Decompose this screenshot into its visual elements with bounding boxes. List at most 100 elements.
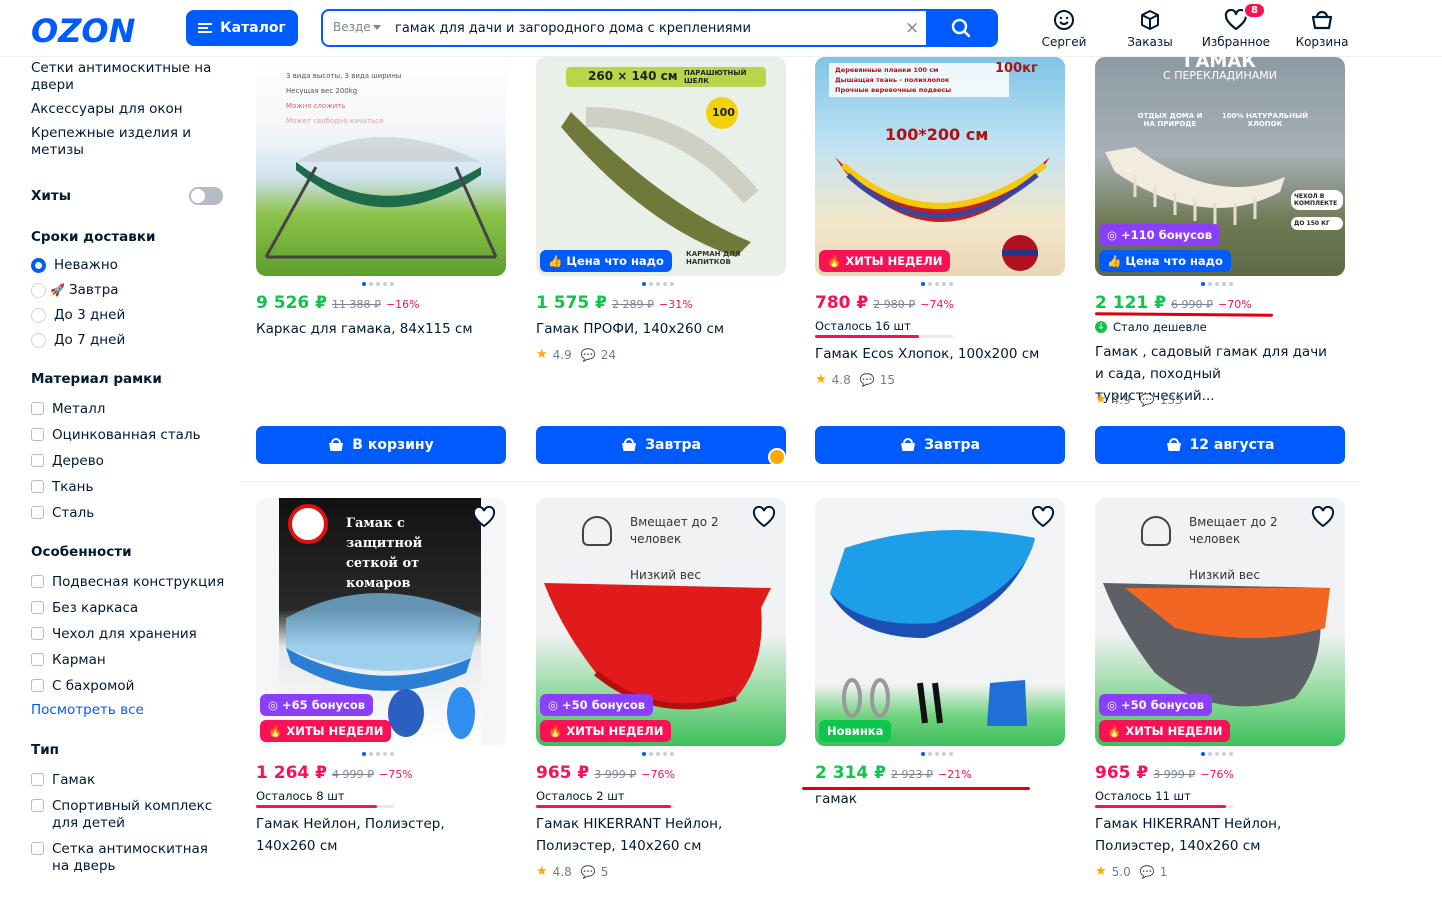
radio-button[interactable] (31, 283, 46, 298)
checkbox[interactable] (31, 601, 44, 614)
bonus-badge: ◎ +65 бонусов (260, 694, 374, 716)
checkbox[interactable] (31, 842, 44, 855)
checkbox[interactable] (31, 575, 44, 588)
product-image[interactable]: Вмещает до 2 человек Низкий вес ◎ +50 бон… (1095, 498, 1345, 746)
radio-button[interactable] (31, 333, 46, 348)
delivery-option[interactable]: До 7 дней (31, 332, 231, 349)
category-link[interactable]: Сетки антимоскитные на двери (31, 60, 231, 94)
old-price: 6 990 ₽ (1170, 298, 1213, 311)
hammock-stand-illustration (264, 137, 498, 259)
checkbox[interactable] (31, 679, 44, 692)
add-to-cart-button[interactable]: 12 августа (1095, 426, 1345, 464)
image-pager[interactable] (362, 282, 394, 286)
price: 1 264 ₽ (256, 763, 327, 783)
header-orders[interactable]: Заказы (1115, 8, 1185, 49)
hit-badge: 🔥 ХИТЫ НЕДЕЛИ (540, 720, 672, 742)
checkbox[interactable] (31, 773, 44, 786)
stock-left: Осталось 2 шт (536, 789, 625, 803)
image-pager[interactable] (642, 752, 674, 756)
radio-button[interactable] (31, 258, 46, 273)
checkbox[interactable] (31, 506, 44, 519)
frame-option[interactable]: Оцинкованная сталь (31, 427, 231, 444)
add-to-cart-button[interactable]: Завтра (815, 426, 1065, 464)
header-favorites-label: Избранное (1201, 35, 1271, 49)
price-row: 965 ₽ 3 999 ₽ −76% (1095, 763, 1234, 783)
product-image[interactable]: 260 × 140 см ПАРАШЮТНЫЙ ШЕЛК 100 КАРМАН … (536, 57, 786, 276)
image-pager[interactable] (642, 282, 674, 286)
discount: −74% (920, 298, 954, 311)
category-link[interactable]: Крепежные изделия и метизы (31, 125, 231, 159)
product-title[interactable]: Гамак HIKERRANT Нейлон, Полиэстер, 140х2… (536, 813, 781, 857)
image-pager[interactable] (362, 752, 394, 756)
image-pager[interactable] (1201, 752, 1233, 756)
ozon-logo[interactable]: OZON (31, 12, 135, 50)
category-link[interactable]: Аксессуары для окон (31, 101, 231, 118)
stock-bar (536, 805, 674, 808)
type-option[interactable]: Сетка антимоскитная на дверь (31, 841, 231, 875)
image-pager[interactable] (921, 282, 953, 286)
price-row: 780 ₽ 2 980 ₽ −74% (815, 293, 954, 313)
checkbox[interactable] (31, 454, 44, 467)
product-image[interactable]: 3 вида высоты, 3 вида ширины Несущая вес… (256, 57, 506, 276)
checkbox[interactable] (31, 799, 44, 812)
product-title[interactable]: гамак (815, 788, 1060, 810)
search-scope-select[interactable]: Везде (333, 20, 371, 34)
product-title[interactable]: Каркас для гамака, 84х115 см (256, 318, 501, 340)
feature-option[interactable]: С бахромой (31, 678, 231, 695)
product-title[interactable]: Гамак Нейлон, Полиэстер, 140х260 см (256, 813, 501, 857)
product-title[interactable]: Гамак ПРОФИ, 140х260 см (536, 318, 781, 340)
product-image[interactable]: Новинка (815, 498, 1065, 746)
checkbox[interactable] (31, 627, 44, 640)
feature-option[interactable]: Без каркаса (31, 600, 231, 617)
see-all-link[interactable]: Посмотреть все (31, 702, 231, 718)
checkbox[interactable] (31, 428, 44, 441)
user-face-icon (1054, 10, 1074, 30)
feature-option[interactable]: Карман (31, 652, 231, 669)
header-profile[interactable]: Сергей (1029, 8, 1099, 49)
product-image[interactable]: Гамак с защитной сеткой от комаров ◎ +65 … (256, 498, 506, 746)
feature-option[interactable]: Чехол для хранения (31, 626, 231, 643)
header-cart[interactable]: Корзина (1287, 8, 1357, 49)
favorite-button[interactable] (1031, 505, 1055, 528)
add-to-cart-button[interactable]: Завтра (536, 426, 786, 464)
search-button[interactable] (926, 11, 996, 45)
radio-button[interactable] (31, 308, 46, 323)
product-image[interactable]: Вмещает до 2 человек Низкий вес ◎ +50 бон… (536, 498, 786, 746)
product-image[interactable]: ГАМАК С ПЕРЕКЛАДИНАМИ ОТДЫХ ДОМА И НА ПР… (1095, 57, 1345, 276)
product-title[interactable]: Гамак HIKERRANT Нейлон, Полиэстер, 140х2… (1095, 813, 1340, 857)
header-favorites[interactable]: 8 Избранное (1201, 2, 1271, 49)
feature-option[interactable]: Подвесная конструкция (31, 574, 231, 591)
checkbox[interactable] (31, 653, 44, 666)
type-option[interactable]: Спортивный комплекс для детей (31, 798, 231, 832)
product-title[interactable]: Гамак Ecos Хлопок, 100х200 см (815, 343, 1060, 365)
search-input[interactable] (395, 17, 895, 39)
price-row: 2 121 ₽ 6 990 ₽ −70% (1095, 293, 1252, 313)
add-to-cart-button[interactable]: В корзину (256, 426, 506, 464)
frame-option[interactable]: Металл (31, 401, 231, 418)
favorite-button[interactable] (752, 505, 776, 528)
type-filter-title: Тип (31, 742, 59, 758)
frame-option[interactable]: Сталь (31, 505, 231, 522)
delivery-option[interactable]: Неважно (31, 257, 231, 274)
checkbox[interactable] (31, 402, 44, 415)
product-image[interactable]: Деревянные планки 100 см Дышащая ткань -… (815, 57, 1065, 276)
frame-option[interactable]: Ткань (31, 479, 231, 496)
features-filter-title: Особенности (31, 544, 132, 560)
type-option[interactable]: Гамак (31, 772, 231, 789)
frame-option[interactable]: Дерево (31, 453, 231, 470)
old-price: 3 999 ₽ (594, 768, 637, 781)
price: 780 ₽ (815, 293, 869, 313)
delivery-option[interactable]: 🚀 Завтра (31, 282, 231, 299)
favorite-button[interactable] (1311, 505, 1335, 528)
image-pager[interactable] (921, 752, 953, 756)
header-orders-label: Заказы (1127, 35, 1173, 49)
hits-toggle[interactable] (189, 187, 223, 205)
checkbox[interactable] (31, 480, 44, 493)
catalog-button[interactable]: Каталог (186, 10, 298, 46)
favorite-button[interactable] (472, 505, 496, 528)
clear-search-icon[interactable]: × (905, 18, 919, 38)
stock-left: Осталось 11 шт (1095, 789, 1191, 803)
old-price: 4 999 ₽ (331, 768, 374, 781)
image-pager[interactable] (1201, 282, 1233, 286)
delivery-option[interactable]: До 3 дней (31, 307, 231, 324)
